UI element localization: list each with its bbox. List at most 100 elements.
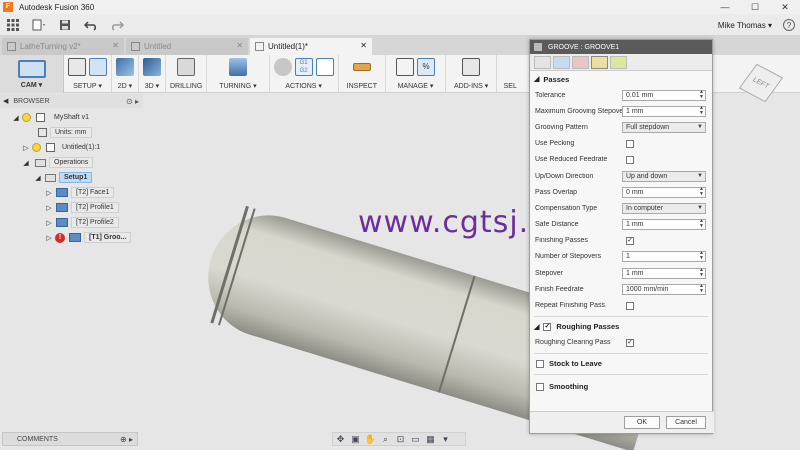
dialog-expand-icon[interactable] bbox=[534, 43, 542, 51]
spinner-icon[interactable]: ▲ ▼ bbox=[699, 251, 704, 261]
tab-untitled-1[interactable]: Untitled(1)* ✕ bbox=[250, 38, 372, 55]
dialog-title-bar[interactable]: GROOVE : GROOVE1 bbox=[530, 40, 712, 54]
ok-button[interactable]: OK bbox=[624, 416, 660, 429]
spinner-icon[interactable]: ▲ ▼ bbox=[699, 219, 704, 229]
app-grid-icon[interactable] bbox=[5, 17, 21, 33]
passes-section-header[interactable]: ◢ Passes bbox=[530, 71, 712, 87]
collapse-triangle-icon[interactable]: ◀ bbox=[3, 97, 8, 105]
tree-node-units[interactable]: Units: mm bbox=[0, 125, 143, 140]
use-pecking-checkbox[interactable] bbox=[626, 139, 634, 148]
expand-triangle-icon[interactable]: ▷ bbox=[45, 234, 53, 242]
tree-node-operations[interactable]: ◢ Operations bbox=[0, 155, 143, 170]
orbit-icon[interactable]: ✥ bbox=[334, 434, 347, 445]
save-icon[interactable] bbox=[57, 17, 73, 33]
safe-distance-input[interactable]: 1 mm ▲ ▼ bbox=[622, 219, 706, 231]
spinner-icon[interactable]: ▲ ▼ bbox=[699, 267, 704, 278]
tree-node-op-profile2[interactable]: ▷ [T2] Profile2 bbox=[0, 215, 143, 230]
collapse-triangle-icon[interactable]: ◢ bbox=[534, 323, 539, 331]
ribbon-group-drilling[interactable]: DRILLING bbox=[166, 55, 208, 92]
expand-triangle-icon[interactable]: ◢ bbox=[12, 114, 20, 122]
comments-add-icon[interactable]: ⊕ ▸ bbox=[120, 435, 133, 444]
close-tab-icon[interactable]: ✕ bbox=[236, 41, 243, 50]
viewports-icon[interactable]: ▾ bbox=[439, 434, 452, 445]
comments-panel[interactable]: COMMENTS ⊕ ▸ bbox=[2, 432, 138, 446]
tree-node-op-face1[interactable]: ▷ [T2] Face1 bbox=[0, 185, 143, 200]
undo-icon[interactable] bbox=[83, 17, 99, 33]
redo-icon[interactable] bbox=[109, 17, 125, 33]
visibility-bulb-icon[interactable] bbox=[32, 143, 41, 152]
finish-feedrate-input[interactable]: 1000 mm/min ▲ ▼ bbox=[622, 283, 706, 295]
expand-triangle-icon[interactable]: ◢ bbox=[34, 174, 42, 182]
zoom-icon[interactable]: ⌕ bbox=[379, 434, 392, 445]
user-menu[interactable]: Mike Thomas ▾ bbox=[718, 21, 772, 30]
ribbon-group-setup[interactable]: SETUP ▾ bbox=[64, 55, 112, 92]
ribbon-group-actions[interactable]: G1 G2 ACTIONS ▾ bbox=[270, 55, 339, 92]
smoothing-checkbox[interactable] bbox=[536, 382, 544, 391]
tab-linking-icon[interactable] bbox=[610, 55, 627, 69]
collapse-triangle-icon[interactable]: ◢ bbox=[534, 75, 539, 83]
file-menu-icon[interactable] bbox=[31, 17, 47, 33]
expand-triangle-icon[interactable]: ◢ bbox=[22, 159, 30, 167]
tab-untitled[interactable]: Untitled ✕ bbox=[126, 38, 248, 55]
tab-lathe-turning[interactable]: LatheTurning v2* ✕ bbox=[2, 38, 124, 55]
stock-to-leave-checkbox[interactable] bbox=[536, 359, 544, 368]
maximize-button[interactable]: ☐ bbox=[740, 0, 770, 14]
fit-icon[interactable]: ⊡ bbox=[394, 434, 407, 445]
finishing-passes-checkbox[interactable]: ✓ bbox=[626, 236, 634, 245]
stock-to-leave-section[interactable]: Stock to Leave bbox=[530, 356, 712, 372]
stepover-input[interactable]: 1 mm ▲ ▼ bbox=[622, 267, 706, 279]
tab-radii-icon[interactable] bbox=[572, 55, 589, 69]
close-window-button[interactable]: ✕ bbox=[770, 0, 800, 14]
tab-geometry-icon[interactable] bbox=[553, 55, 570, 69]
look-at-icon[interactable]: ▣ bbox=[349, 434, 362, 445]
tree-node-root[interactable]: ◢ MyShaft v1 bbox=[0, 110, 143, 125]
spinner-icon[interactable]: ▲ ▼ bbox=[699, 186, 704, 197]
tab-passes-icon[interactable] bbox=[591, 55, 608, 69]
tree-node-setup[interactable]: ◢ Setup1 bbox=[0, 170, 143, 185]
pin-icon[interactable]: ⊙ ▸ bbox=[126, 97, 139, 106]
ribbon-group-turning[interactable]: TURNING ▾ bbox=[207, 55, 270, 92]
workspace-switcher[interactable]: CAM ▾ bbox=[0, 55, 64, 93]
ribbon-group-inspect[interactable]: INSPECT bbox=[339, 55, 386, 92]
reduced-feedrate-checkbox[interactable] bbox=[626, 155, 634, 164]
visibility-bulb-icon[interactable] bbox=[22, 113, 31, 122]
expand-triangle-icon[interactable]: ▷ bbox=[45, 219, 53, 227]
minimize-button[interactable]: — bbox=[710, 0, 740, 14]
ribbon-group-add-ins[interactable]: ADD-INS ▾ bbox=[446, 55, 498, 92]
ribbon-group-manage[interactable]: % MANAGE ▾ bbox=[386, 55, 446, 92]
help-icon[interactable]: ? bbox=[783, 19, 795, 31]
tolerance-input[interactable]: 0.01 mm ▲ ▼ bbox=[622, 89, 706, 101]
display-settings-icon[interactable]: ▭ bbox=[409, 434, 422, 445]
close-tab-icon[interactable]: ✕ bbox=[112, 41, 119, 50]
expand-triangle-icon[interactable]: ▷ bbox=[22, 144, 30, 152]
updown-direction-select[interactable]: Up and down ▼ bbox=[622, 170, 706, 182]
num-stepovers-input[interactable]: 1 ▲ ▼ bbox=[622, 251, 706, 263]
tree-node-op-profile1[interactable]: ▷ [T2] Profile1 bbox=[0, 200, 143, 215]
repeat-finishing-checkbox[interactable] bbox=[626, 301, 634, 310]
close-tab-icon[interactable]: ✕ bbox=[360, 41, 367, 50]
grooving-pattern-select[interactable]: Full stepdown ▼ bbox=[622, 121, 706, 133]
pass-overlap-input[interactable]: 0 mm ▲ ▼ bbox=[622, 186, 706, 198]
max-stepover-input[interactable]: 1 mm ▲ ▼ bbox=[622, 105, 706, 117]
expand-triangle-icon[interactable]: ▷ bbox=[45, 204, 53, 212]
view-cube-face[interactable]: LEFT bbox=[738, 63, 784, 103]
tab-tool-icon[interactable] bbox=[534, 55, 551, 69]
pan-hand-icon[interactable]: ✋ bbox=[364, 434, 377, 445]
roughing-passes-checkbox[interactable]: ✓ bbox=[543, 322, 552, 331]
expand-triangle-icon[interactable]: ▷ bbox=[45, 189, 53, 197]
view-cube[interactable]: LEFT bbox=[738, 62, 784, 104]
roughing-section-header[interactable]: ◢ ✓ Roughing Passes bbox=[530, 319, 712, 335]
roughing-clearing-checkbox[interactable]: ✓ bbox=[626, 338, 634, 347]
ribbon-group-2d[interactable]: 2D ▾ bbox=[112, 55, 139, 92]
tree-node-op-groove[interactable]: ▷ ! [T1] Groo... bbox=[0, 230, 143, 245]
compensation-type-select[interactable]: In computer ▼ bbox=[622, 202, 706, 214]
browser-header[interactable]: ◀ BROWSER ⊙ ▸ bbox=[0, 94, 143, 108]
cancel-button[interactable]: Cancel bbox=[666, 416, 706, 429]
spinner-icon[interactable]: ▲ ▼ bbox=[699, 283, 704, 294]
smoothing-section[interactable]: Smoothing bbox=[530, 379, 712, 395]
tree-node-component[interactable]: ▷ Untitled(1):1 bbox=[0, 140, 143, 155]
ribbon-group-select[interactable]: SEL bbox=[497, 55, 523, 92]
spinner-icon[interactable]: ▲ ▼ bbox=[699, 89, 704, 100]
grid-settings-icon[interactable]: ▦ bbox=[424, 434, 437, 445]
ribbon-group-3d[interactable]: 3D ▾ bbox=[139, 55, 166, 92]
